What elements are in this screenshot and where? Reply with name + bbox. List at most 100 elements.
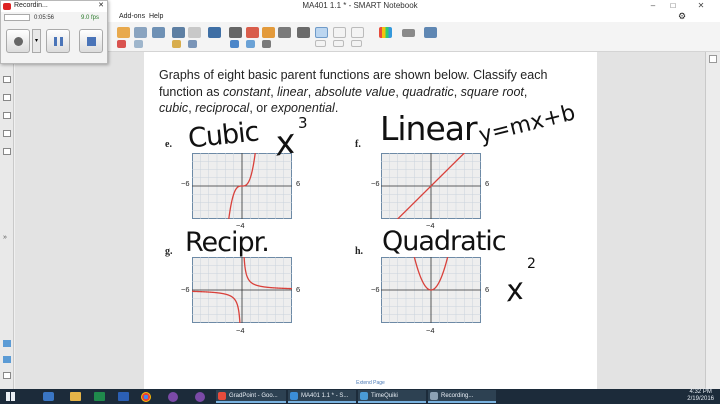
- shape-icon[interactable]: [246, 40, 255, 48]
- pause-icon: [54, 37, 63, 46]
- line-tool-icon[interactable]: [278, 27, 291, 38]
- attachments-icon[interactable]: [3, 112, 11, 119]
- pause-button[interactable]: [46, 29, 70, 53]
- pen-style-5-icon[interactable]: [333, 40, 344, 47]
- nav-up-icon[interactable]: [3, 340, 11, 347]
- menu-addons[interactable]: Add-ons: [119, 13, 145, 20]
- extend-page-link[interactable]: Extend Page: [144, 380, 597, 386]
- handwriting-cubic: Cubic: [186, 116, 260, 155]
- redo-icon[interactable]: [134, 27, 147, 38]
- taskbar-timequiki[interactable]: TimeQuiki: [358, 390, 426, 403]
- type-constant: constant: [222, 84, 271, 99]
- graph-g-letter: g.: [165, 246, 173, 257]
- select-all-icon[interactable]: [134, 40, 143, 48]
- maximize-button[interactable]: □: [664, 0, 682, 11]
- paste-icon[interactable]: [172, 40, 181, 48]
- properties-icon[interactable]: [424, 27, 437, 38]
- prompt-start: function as: [159, 84, 223, 99]
- share-icon[interactable]: [208, 27, 221, 38]
- magic-pen-icon[interactable]: [230, 40, 239, 48]
- graph-g-reciprocal: [192, 257, 292, 323]
- delete-icon[interactable]: [117, 40, 126, 48]
- clock-date: 2/19/2016: [687, 396, 714, 402]
- notebook-page[interactable]: Graphs of eight basic parent functions a…: [144, 52, 597, 389]
- close-button[interactable]: ✕: [684, 0, 718, 11]
- file-explorer-icon[interactable]: [70, 392, 81, 401]
- graph-f-tick-left: −6: [371, 179, 380, 188]
- fill-icon[interactable]: [297, 27, 310, 38]
- text-icon[interactable]: [262, 40, 271, 48]
- recorder-elapsed: 0:05:56: [34, 15, 55, 21]
- graph-g-tick-bottom: −4: [236, 326, 245, 335]
- start-button-icon[interactable]: [6, 392, 15, 401]
- minimize-button[interactable]: –: [644, 0, 662, 11]
- workspace: Graphs of eight basic parent functions a…: [15, 52, 705, 389]
- taskbar: GradPoint - Goo... MA401 1.1 * - S... Ti…: [0, 389, 720, 404]
- properties-tab-icon[interactable]: [3, 130, 11, 137]
- recording-icon: [430, 392, 438, 400]
- page-icon[interactable]: [3, 372, 11, 379]
- pen-style-1-icon[interactable]: [315, 27, 328, 38]
- table-icon[interactable]: [172, 27, 185, 38]
- taskbar-gradpoint[interactable]: GradPoint - Goo...: [216, 390, 286, 403]
- timequiki-icon: [360, 392, 368, 400]
- graph-f-letter: f.: [355, 139, 361, 150]
- menu-bar: Add-ons Help ⚙: [0, 11, 720, 22]
- pen-style-2-icon[interactable]: [333, 27, 346, 38]
- type-linear: linear: [277, 84, 308, 99]
- pen-style-3-icon[interactable]: [351, 27, 364, 38]
- gear-icon[interactable]: ⚙: [678, 11, 686, 22]
- system-clock[interactable]: 4:32 PM 2/19/2016: [687, 389, 714, 403]
- graph-e-cubic: [192, 153, 292, 219]
- word-icon[interactable]: [118, 392, 129, 401]
- taskbar-smart-notebook[interactable]: MA401 1.1 * - S...: [288, 390, 356, 403]
- window-title: MA401 1.1 * - SMART Notebook: [302, 1, 418, 10]
- graph-h-quadratic: [381, 257, 481, 323]
- graph-h-tick-left: −6: [371, 285, 380, 294]
- chrome-icon[interactable]: [141, 392, 151, 402]
- type-absolute-value: absolute value: [314, 84, 396, 99]
- select-tool-icon[interactable]: [229, 27, 242, 38]
- menu-help[interactable]: Help: [149, 13, 163, 20]
- line-width-icon[interactable]: [402, 29, 415, 37]
- pen-style-4-icon[interactable]: [315, 40, 326, 47]
- undo-icon[interactable]: [117, 27, 130, 38]
- right-scrollbar[interactable]: [705, 52, 720, 389]
- collapse-arrow-icon[interactable]: »: [3, 234, 11, 241]
- recorder-close-icon[interactable]: ✕: [98, 1, 104, 9]
- graph-g-tick-left: −6: [181, 285, 190, 294]
- addons-tab-icon[interactable]: [3, 148, 11, 155]
- taskbar-recording[interactable]: Recording...: [428, 390, 496, 403]
- stop-button[interactable]: [79, 29, 103, 53]
- page-sorter-icon[interactable]: [3, 76, 11, 83]
- title-bar: MA401 1.1 * - SMART Notebook – □ ✕: [0, 0, 720, 12]
- nav-down-icon[interactable]: [3, 356, 11, 363]
- type-reciprocal: reciprocal: [195, 101, 250, 115]
- type-cubic: cubic: [159, 101, 189, 115]
- app-g-icon-2[interactable]: [195, 392, 205, 402]
- scroll-up-icon[interactable]: [709, 55, 717, 63]
- recorder-panel: Recordin... ✕ 0:05:56 9.0 fps ▾: [0, 0, 108, 64]
- eraser-tool-icon[interactable]: [262, 27, 275, 38]
- record-button[interactable]: [6, 29, 30, 53]
- insert-icon[interactable]: [188, 40, 197, 48]
- type-quadratic: quadratic: [402, 84, 454, 99]
- handwriting-exponent-2: 2: [527, 256, 536, 272]
- recorder-volume-meter: [4, 14, 30, 21]
- excel-icon[interactable]: [94, 392, 105, 401]
- gallery-icon[interactable]: [3, 94, 11, 101]
- graph-h-letter: h.: [355, 246, 364, 257]
- clock-time: 4:32 PM: [689, 389, 712, 395]
- pen-style-6-icon[interactable]: [351, 40, 362, 47]
- app-g-icon-1[interactable]: [168, 392, 178, 402]
- handwriting-reciprocal: Recipr.: [185, 227, 270, 258]
- ie-icon[interactable]: [43, 392, 54, 401]
- graph-e-letter: e.: [165, 139, 172, 150]
- graph-f-tick-right: 6: [485, 179, 490, 188]
- record-options-button[interactable]: ▾: [32, 29, 41, 53]
- pen-tool-icon[interactable]: [246, 27, 259, 38]
- color-palette-icon[interactable]: [379, 27, 392, 38]
- document-camera-icon[interactable]: [188, 27, 201, 38]
- graph-h-tick-right: 6: [485, 285, 490, 294]
- screen-shade-icon[interactable]: [152, 27, 165, 38]
